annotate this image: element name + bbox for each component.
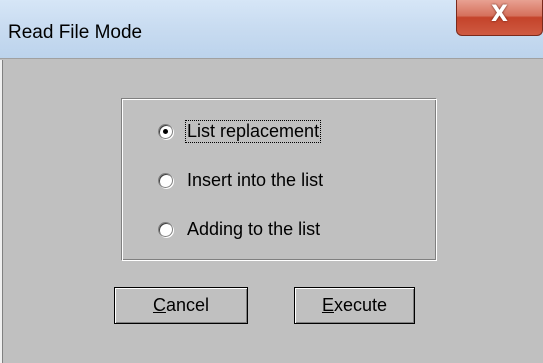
cancel-button[interactable]: Cancel [114,287,248,324]
window-title: Read File Mode [8,22,143,43]
radio-label: Adding to the list [187,218,321,239]
radio-label: Insert into the list [187,169,324,190]
radio-button-checked[interactable] [158,123,173,139]
radio-option-insert-into-list[interactable]: Insert into the list [158,168,324,192]
cancel-label-rest: ancel [165,295,210,315]
radio-label: List replacement [184,119,322,143]
divider [0,58,543,59]
execute-label-rest: xecute [333,295,388,315]
radio-option-list-replacement[interactable]: List replacement [158,119,322,143]
radio-button[interactable] [158,221,173,237]
title-bar[interactable]: Read File Mode X [0,0,543,58]
execute-mnemonic: E [321,295,334,315]
radio-button[interactable] [158,172,173,188]
dialog-left-edge [0,60,3,363]
execute-button[interactable]: Execute [294,287,415,324]
close-icon: X [491,2,508,27]
cancel-mnemonic: C [152,295,166,315]
radio-option-adding-to-list[interactable]: Adding to the list [158,217,321,241]
close-button[interactable]: X [456,0,543,36]
